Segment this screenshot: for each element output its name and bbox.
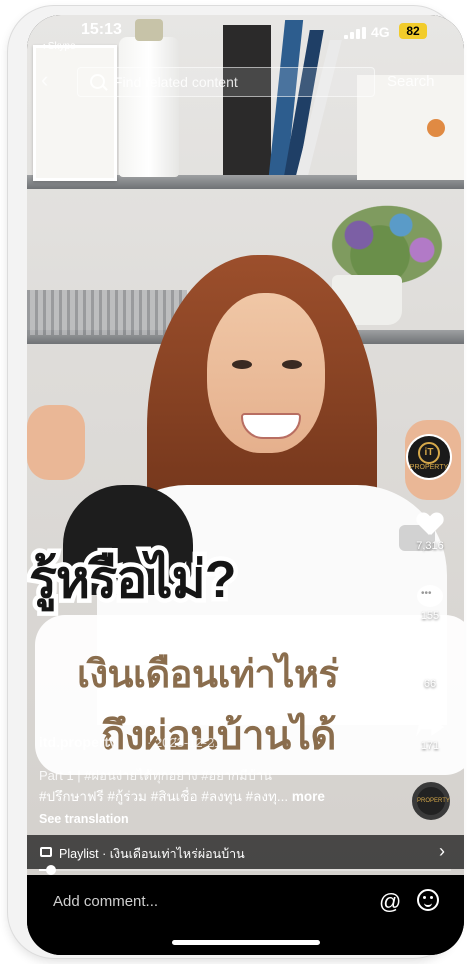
- chevron-right-icon: ›: [439, 841, 445, 861]
- raised-fist: [27, 405, 85, 480]
- sound-disc-icon[interactable]: PROPERTY: [412, 782, 450, 820]
- comment-button[interactable]: 155: [410, 585, 450, 622]
- post-date: · 2023-12-21: [147, 735, 222, 750]
- mention-icon[interactable]: @: [379, 889, 401, 915]
- comment-input[interactable]: Add comment...: [53, 893, 158, 910]
- like-button[interactable]: 7,316: [410, 513, 450, 552]
- search-placeholder: Find related content: [114, 74, 238, 90]
- description-line-2: #ปรึกษาฟรี #กู้ร่วม #สินเชื่อ #ลงทุน #ลง…: [39, 785, 325, 807]
- brand-logo-icon: iT: [418, 442, 440, 464]
- vase: [119, 19, 179, 177]
- screen: 15:13 4G 82 ◂ Skype ‹ Find related conte…: [27, 15, 464, 955]
- search-button[interactable]: Search: [387, 73, 435, 90]
- description-hashtags[interactable]: #ปรึกษาฟรี #กู้ร่วม #สินเชื่อ #ลงทุน #ลง…: [39, 789, 288, 804]
- share-icon: [416, 717, 444, 737]
- battery-icon: 82: [399, 23, 427, 39]
- comment-count: 155: [420, 610, 440, 622]
- like-count: 7,316: [416, 540, 444, 552]
- video-progress-bar[interactable]: [39, 865, 451, 875]
- signal-icon: [344, 27, 366, 39]
- search-input[interactable]: Find related content: [77, 67, 375, 97]
- see-translation-link[interactable]: See translation: [39, 812, 129, 826]
- author-name[interactable]: itd.property: [39, 734, 117, 750]
- heart-icon: [417, 513, 443, 537]
- back-arrow-icon[interactable]: ‹: [41, 67, 61, 95]
- eye: [282, 360, 302, 369]
- share-count: 171: [420, 740, 440, 752]
- playlist-bar[interactable]: Playlist · เงินเดือนเท่าไหร่ผ่อนบ้าน ›: [27, 835, 464, 869]
- baskets: [27, 290, 187, 335]
- comment-icon: [417, 585, 443, 607]
- playlist-label: Playlist · เงินเดือนเท่าไหร่ผ่อนบ้าน: [59, 847, 245, 861]
- description-line-1: Part 1 | #ผ่อนง่ายได้ทุกอย่าง #อยากมีบ้า…: [39, 768, 273, 783]
- emoji-icon[interactable]: [417, 889, 439, 911]
- status-time: 15:13: [81, 21, 122, 38]
- network-type: 4G: [371, 24, 390, 40]
- save-button[interactable]: 66: [410, 651, 450, 690]
- playlist-icon: [40, 847, 52, 857]
- eye: [232, 360, 252, 369]
- brand-logo-text: PROPERTY: [409, 464, 449, 471]
- phone-frame: 15:13 4G 82 ◂ Skype ‹ Find related conte…: [8, 6, 464, 958]
- more-link[interactable]: more: [292, 789, 325, 804]
- status-bar: 15:13 4G 82: [27, 19, 464, 45]
- share-button[interactable]: 171: [410, 715, 450, 752]
- save-count: 66: [423, 678, 437, 690]
- storage-box: [223, 25, 271, 175]
- creator-avatar[interactable]: iT PROPERTY: [408, 436, 450, 478]
- picture-frame: [33, 45, 117, 181]
- search-row: ‹ Find related content Search: [27, 67, 464, 97]
- back-to-app-link[interactable]: ◂ Skype: [40, 41, 76, 52]
- search-icon: [90, 74, 105, 89]
- caption-line-2: เงินเดือนเท่าไหร่: [77, 654, 339, 696]
- home-indicator[interactable]: [172, 940, 320, 945]
- bookmark-icon: [421, 651, 439, 675]
- caption-headline: รู้หรือไม่?: [27, 547, 241, 614]
